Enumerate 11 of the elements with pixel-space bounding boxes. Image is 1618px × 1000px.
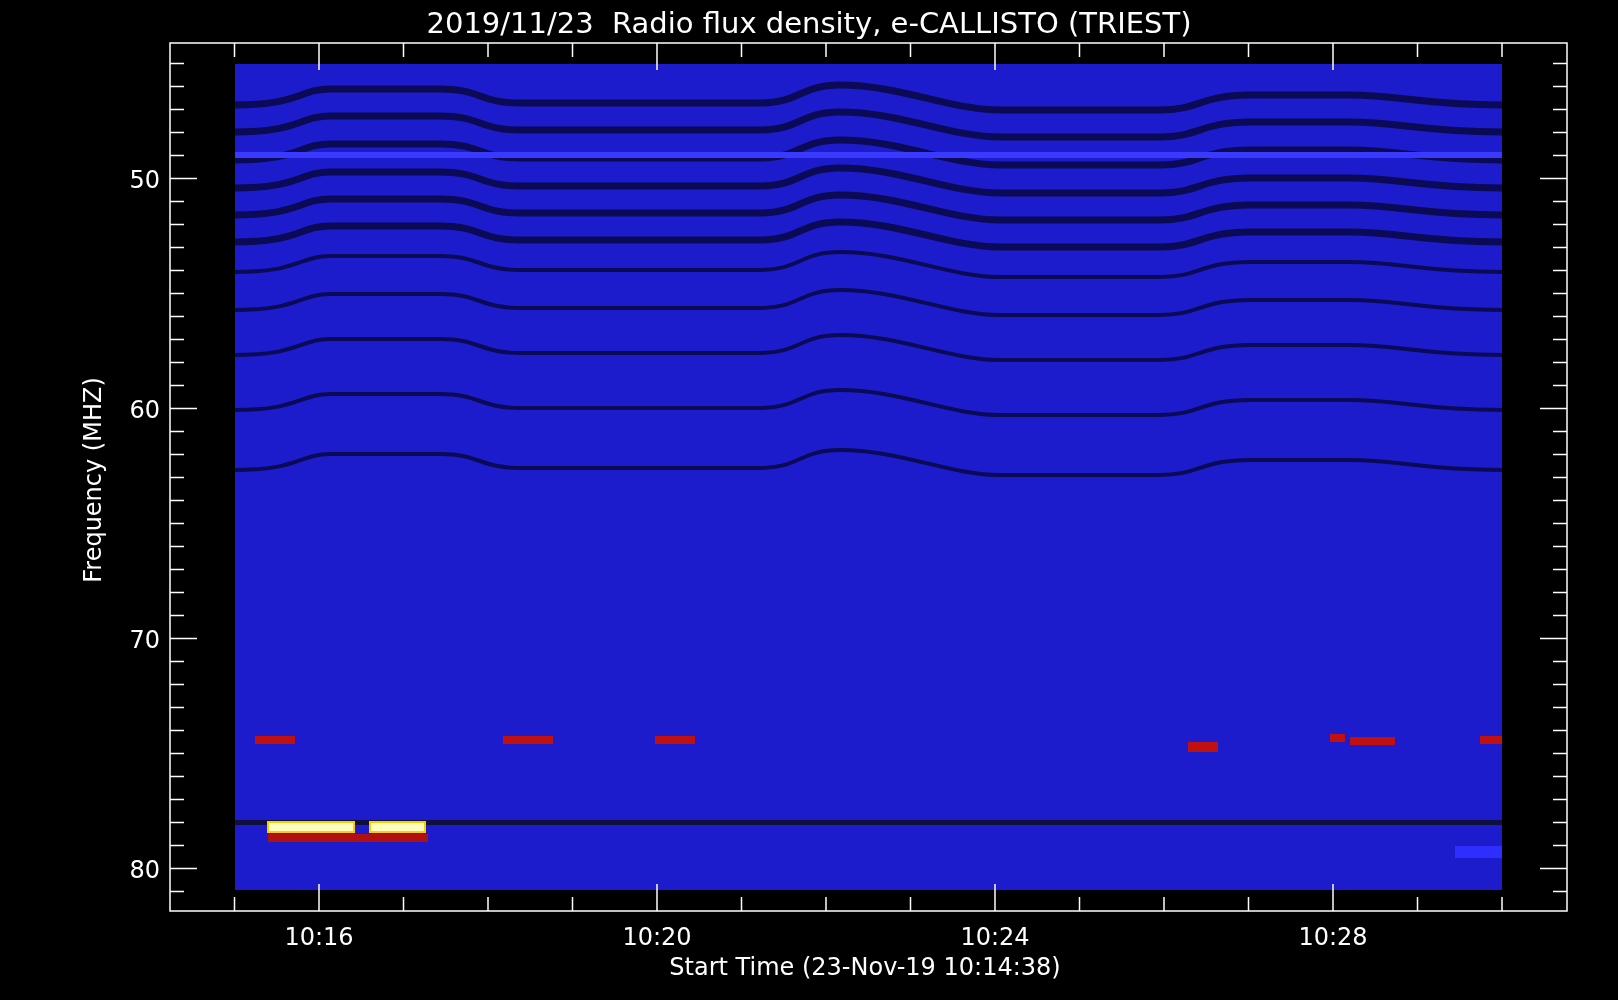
tick-label: 70 <box>129 625 160 654</box>
tick-label: 80 <box>129 855 160 884</box>
tick-label: 60 <box>129 395 160 424</box>
tick-label: 10:20 <box>622 923 692 951</box>
chart-title: 2019/11/23 Radio flux density, e-CALLISTO (TRIEST) <box>426 6 1192 40</box>
tick-label: 10:16 <box>284 923 354 951</box>
tick-label: 10:24 <box>960 923 1030 951</box>
tick-label: 50 <box>129 165 160 194</box>
tick-label: 10:28 <box>1298 923 1368 951</box>
axis-label: Frequency (MHZ) <box>79 377 107 583</box>
axis-label: Start Time (23-Nov-19 10:14:38) <box>669 953 1061 981</box>
